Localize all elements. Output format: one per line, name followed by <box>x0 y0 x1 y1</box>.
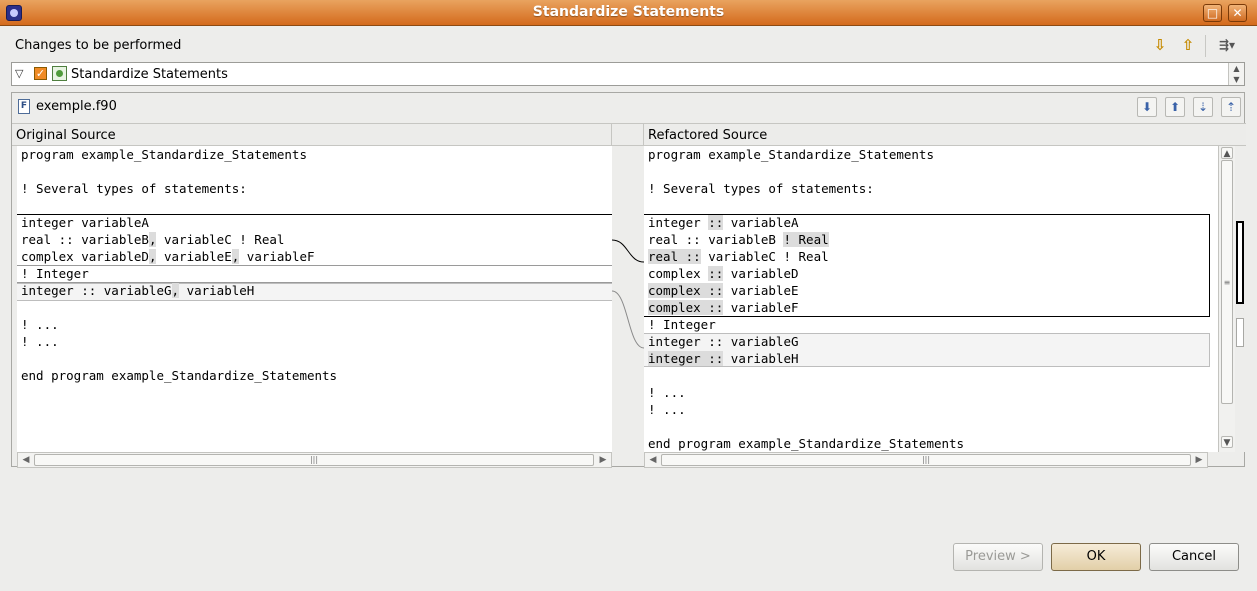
code-line: real :: variableC ! Real <box>648 249 829 264</box>
right-vertical-scrollbar[interactable]: ▲ ≡ ▼ <box>1218 146 1235 452</box>
diff-gutter <box>611 146 645 452</box>
next-change-icon[interactable]: ⇣ <box>1193 97 1213 117</box>
original-source-pane[interactable]: program example_Standardize_Statements !… <box>17 146 612 452</box>
refactoring-change-icon <box>52 66 67 81</box>
preview-button[interactable]: Preview > <box>953 543 1043 571</box>
code-line: integer :: variableA <box>648 215 799 230</box>
cancel-button[interactable]: Cancel <box>1149 543 1239 571</box>
tree-scrollbar[interactable]: ▲ ▼ <box>1228 63 1244 85</box>
scroll-left-icon[interactable]: ◀ <box>19 453 33 467</box>
scrollbar-thumb[interactable]: ≡ <box>1221 160 1233 404</box>
scroll-right-icon[interactable]: ▶ <box>596 453 610 467</box>
code-line: real :: variableB, variableC ! Real <box>21 232 285 247</box>
compare-panel: F exemple.f90 ⬇ ⬆ ⇣ ⇡ Original Source Re… <box>11 92 1246 468</box>
gutter-header <box>612 123 644 146</box>
code-line: integer :: variableG, variableH <box>21 283 255 298</box>
code-line: integer :: variableG <box>648 334 799 349</box>
code-line: program example_Standardize_Statements <box>21 147 307 162</box>
scrollbar-thumb[interactable]: ||| <box>34 454 594 466</box>
toolbar-separator <box>1205 35 1206 57</box>
code-line: ! ... <box>648 402 686 417</box>
previous-change-icon[interactable]: ⇡ <box>1221 97 1241 117</box>
code-line: ! Several types of statements: <box>21 181 247 196</box>
code-line: ! ... <box>648 385 686 400</box>
code-line: complex :: variableF <box>648 300 799 315</box>
left-change-block-comment <box>17 265 612 283</box>
code-line: ! Several types of statements: <box>648 181 874 196</box>
change-checkbox[interactable]: ✓ <box>34 67 47 80</box>
close-button[interactable]: ✕ <box>1228 4 1247 22</box>
overview-ruler[interactable] <box>1235 146 1246 452</box>
tree-item-label[interactable]: Standardize Statements <box>71 67 228 82</box>
changes-tree: ▽ ✓ Standardize Statements ▲ ▼ <box>11 62 1245 86</box>
code-line: ! Integer <box>21 266 89 281</box>
code-line: complex :: variableD <box>648 266 799 281</box>
scrollbar-thumb[interactable]: ||| <box>661 454 1191 466</box>
diff-connector-lines <box>611 239 645 349</box>
scroll-up-icon[interactable]: ▲ <box>1229 63 1244 74</box>
scroll-left-icon[interactable]: ◀ <box>646 453 660 467</box>
collapse-toggle-icon[interactable]: ▽ <box>15 67 23 80</box>
scroll-down-icon[interactable]: ▼ <box>1229 74 1244 85</box>
file-name: exemple.f90 <box>36 99 117 114</box>
code-line: end program example_Standardize_Statemen… <box>21 368 338 383</box>
maximize-button[interactable]: □ <box>1203 4 1222 22</box>
code-line: ! ... <box>21 317 59 332</box>
changes-header: Changes to be performed ⇩ ⇧ ⇶▾ <box>11 32 1245 60</box>
scroll-right-icon[interactable]: ▶ <box>1192 453 1206 467</box>
code-line: end program example_Standardize_Statemen… <box>648 436 965 451</box>
right-horizontal-scrollbar[interactable]: ◀ ||| ▶ <box>644 452 1208 468</box>
code-line: program example_Standardize_Statements <box>648 147 934 162</box>
next-change-down-icon[interactable]: ⇩ <box>1150 35 1170 55</box>
changes-label: Changes to be performed <box>15 38 182 53</box>
code-line: integer variableA <box>21 215 149 230</box>
fortran-file-icon: F <box>18 99 30 114</box>
previous-difference-icon[interactable]: ⬆ <box>1165 97 1185 117</box>
code-line: ! Integer <box>648 317 716 332</box>
code-line: complex :: variableE <box>648 283 799 298</box>
previous-change-up-icon[interactable]: ⇧ <box>1178 35 1198 55</box>
scroll-up-icon[interactable]: ▲ <box>1221 147 1233 159</box>
overview-change-marker[interactable] <box>1236 318 1244 347</box>
original-source-header: Original Source <box>12 123 612 146</box>
ok-button[interactable]: OK <box>1051 543 1141 571</box>
next-difference-icon[interactable]: ⬇ <box>1137 97 1157 117</box>
window-title: Standardize Statements <box>532 4 725 20</box>
scroll-down-icon[interactable]: ▼ <box>1221 436 1233 448</box>
code-line: ! ... <box>21 334 59 349</box>
code-line: complex variableD, variableE, variableF <box>21 249 315 264</box>
left-horizontal-scrollbar[interactable]: ◀ ||| ▶ <box>17 452 612 468</box>
file-header: F exemple.f90 ⬇ ⬆ ⇣ ⇡ <box>12 93 1244 123</box>
code-line: integer :: variableH <box>648 351 799 366</box>
refactored-source-header: Refactored Source <box>644 123 1246 146</box>
overview-change-marker[interactable] <box>1236 221 1244 304</box>
filter-changes-icon[interactable]: ⇶▾ <box>1212 35 1242 55</box>
refactored-source-pane[interactable]: program example_Standardize_Statements !… <box>644 146 1218 452</box>
title-bar: Standardize Statements □ ✕ <box>0 0 1257 26</box>
code-line: real :: variableB ! Real <box>648 232 829 247</box>
